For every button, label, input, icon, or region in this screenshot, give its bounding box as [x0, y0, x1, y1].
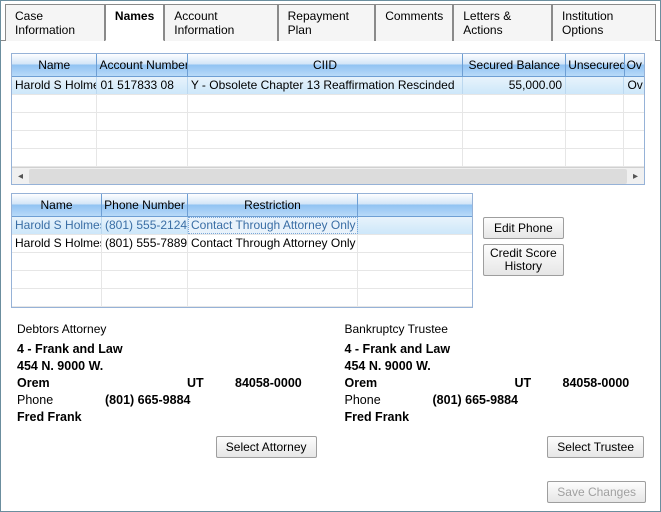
cell-secured: 55,000.00 — [463, 77, 566, 94]
tab-account-information[interactable]: Account Information — [164, 4, 277, 41]
col-restriction[interactable]: Restriction — [188, 194, 358, 217]
horizontal-scrollbar[interactable]: ◂ ▸ — [12, 167, 644, 184]
trustee-zip: 84058-0000 — [563, 376, 630, 390]
debtors-attorney-panel: Debtors Attorney 4 - Frank and Law 454 N… — [11, 322, 323, 458]
scroll-right-icon[interactable]: ▸ — [628, 169, 643, 184]
trustee-phone-line: Phone (801) 665-9884 — [345, 393, 645, 407]
trustee-city-line: Orem UT 84058-0000 — [345, 376, 645, 390]
table-row[interactable] — [12, 113, 644, 131]
table-row[interactable] — [12, 149, 644, 167]
col-unsecured[interactable]: Unsecured — [566, 54, 624, 77]
trustee-firm: 4 - Frank and Law — [345, 342, 645, 356]
attorney-title: Debtors Attorney — [17, 322, 317, 336]
attorney-zip: 84058-0000 — [235, 376, 302, 390]
cell-over: Ov — [624, 77, 644, 94]
tab-repayment-plan[interactable]: Repayment Plan — [278, 4, 376, 41]
credit-score-history-label: Credit ScoreHistory — [490, 246, 557, 273]
table-row[interactable]: Harold S Holmes (801) 555-7889 Contact T… — [12, 235, 472, 253]
trustee-street: 454 N. 9000 W. — [345, 359, 645, 373]
table-row[interactable] — [12, 253, 472, 271]
col-over[interactable]: Ov — [625, 54, 645, 77]
tab-institution-options[interactable]: Institution Options — [552, 4, 656, 41]
scroll-track[interactable] — [29, 169, 627, 184]
trustee-contact: Fred Frank — [345, 410, 645, 424]
col-blank[interactable] — [358, 194, 472, 217]
cell-name: Harold S Holmes — [12, 217, 102, 234]
table-row[interactable]: Harold S Holmes (801) 555-2124 Contact T… — [12, 217, 472, 235]
col-secured-balance[interactable]: Secured Balance — [463, 54, 566, 77]
table-row[interactable]: Harold S Holmes 01 517833 08 Y - Obsolet… — [12, 77, 644, 95]
scroll-left-icon[interactable]: ◂ — [13, 169, 28, 184]
cell-account: 01 517833 08 — [97, 77, 187, 94]
col-phone[interactable]: Phone Number — [102, 194, 188, 217]
contacts-grid[interactable]: Name Phone Number Restriction Harold S H… — [11, 193, 473, 308]
trustee-title: Bankruptcy Trustee — [345, 322, 645, 336]
attorney-phone-line: Phone (801) 665-9884 — [17, 393, 317, 407]
cell-restriction: Contact Through Attorney Only — [188, 217, 358, 234]
trustee-phone: (801) 665-9884 — [433, 393, 518, 407]
accounts-grid[interactable]: Name Account Number CIID Secured Balance… — [11, 53, 645, 185]
accounts-grid-header: Name Account Number CIID Secured Balance… — [12, 54, 644, 77]
save-changes-button[interactable]: Save Changes — [547, 481, 646, 503]
phone-label: Phone — [17, 393, 105, 407]
tab-comments[interactable]: Comments — [375, 4, 453, 41]
attorney-contact: Fred Frank — [17, 410, 317, 424]
edit-phone-button[interactable]: Edit Phone — [483, 217, 564, 239]
table-row[interactable] — [12, 95, 644, 113]
table-row[interactable] — [12, 131, 644, 149]
cell-name: Harold S Holmes — [12, 77, 97, 94]
phone-label: Phone — [345, 393, 433, 407]
attorney-street: 454 N. 9000 W. — [17, 359, 317, 373]
trustee-state: UT — [515, 376, 563, 390]
contacts-grid-header: Name Phone Number Restriction — [12, 194, 472, 217]
cell-blank — [358, 217, 472, 234]
cell-ciid: Y - Obsolete Chapter 13 Reaffirmation Re… — [188, 77, 463, 94]
col-name[interactable]: Name — [12, 194, 102, 217]
attorney-phone: (801) 665-9884 — [105, 393, 190, 407]
trustee-city: Orem — [345, 376, 515, 390]
bankruptcy-trustee-panel: Bankruptcy Trustee 4 - Frank and Law 454… — [339, 322, 651, 458]
tab-bar: Case Information Names Account Informati… — [1, 1, 660, 40]
col-name[interactable]: Name — [12, 54, 97, 77]
attorney-state: UT — [187, 376, 235, 390]
tab-names[interactable]: Names — [105, 4, 164, 41]
table-row[interactable] — [12, 289, 472, 307]
attorney-city: Orem — [17, 376, 187, 390]
cell-restriction: Contact Through Attorney Only — [188, 235, 358, 252]
credit-score-history-button[interactable]: Credit ScoreHistory — [483, 244, 564, 276]
cell-phone: (801) 555-7889 — [102, 235, 188, 252]
select-attorney-button[interactable]: Select Attorney — [216, 436, 317, 458]
table-row[interactable] — [12, 271, 472, 289]
tab-case-information[interactable]: Case Information — [5, 4, 105, 41]
cell-phone: (801) 555-2124 — [102, 217, 188, 234]
cell-blank — [358, 235, 472, 252]
col-ciid[interactable]: CIID — [188, 54, 463, 77]
cell-unsecured — [566, 77, 624, 94]
select-trustee-button[interactable]: Select Trustee — [547, 436, 644, 458]
col-account-number[interactable]: Account Number — [97, 54, 187, 77]
attorney-firm: 4 - Frank and Law — [17, 342, 317, 356]
cell-name: Harold S Holmes — [12, 235, 102, 252]
attorney-city-line: Orem UT 84058-0000 — [17, 376, 317, 390]
tab-letters-actions[interactable]: Letters & Actions — [453, 4, 552, 41]
